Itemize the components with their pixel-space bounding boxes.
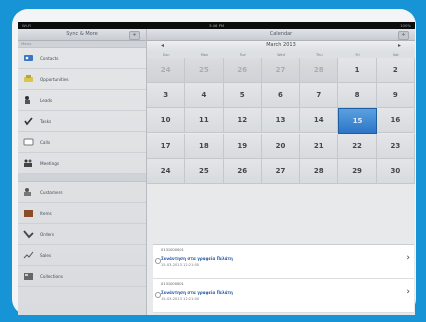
calendar-day[interactable]: 26 — [223, 159, 262, 184]
event-code: 0131000001 — [161, 248, 184, 252]
calendar-day[interactable]: 10 — [147, 108, 186, 133]
calendar-day[interactable]: 27 — [261, 58, 301, 83]
items-icon — [22, 207, 34, 219]
calendar-day[interactable]: 23 — [376, 134, 415, 159]
calendar-day[interactable]: 25 — [185, 58, 224, 83]
event-date: 15-03-2013 12:21:00 — [161, 263, 200, 267]
page-title: Calendar — [269, 31, 293, 37]
calendar-day[interactable]: 7 — [300, 83, 339, 108]
chevron-right-icon: › — [406, 253, 410, 263]
status-bar: Wi-Fi 3:46 PM 100% — [18, 22, 415, 29]
calendar-day[interactable]: 28 — [300, 159, 339, 184]
calendar-day[interactable]: 19 — [223, 134, 262, 159]
calls-icon — [22, 136, 34, 148]
calendar-day[interactable]: 14 — [300, 108, 339, 133]
calendar-day-selected[interactable]: 15 — [338, 108, 377, 134]
sidebar: Sync & More + Menu Contacts Opportunities… — [18, 29, 147, 315]
app-screen: Wi-Fi 3:46 PM 100% Sync & More + Menu Co… — [18, 22, 415, 315]
calendar-day[interactable]: 26 — [223, 58, 262, 83]
calendar-header: ◂ March 2013 ▸ — [147, 41, 415, 52]
calendar-day[interactable]: 9 — [376, 83, 415, 108]
calendar-day[interactable]: 2 — [376, 58, 415, 83]
sidebar-item-label: Customers — [40, 189, 63, 195]
calendar-day[interactable]: 8 — [338, 83, 377, 108]
calendar-day[interactable]: 27 — [261, 159, 301, 184]
sidebar-item-label: Orders — [40, 231, 55, 237]
calendar-day[interactable]: 20 — [261, 134, 301, 159]
calendar-day[interactable]: 3 — [147, 83, 186, 108]
event-row[interactable]: 0131000001 Συνάντηση στα γραφεία Πελάτη 15… — [153, 279, 414, 313]
calendar-day[interactable]: 18 — [185, 134, 224, 159]
event-code: 0131000001 — [161, 282, 184, 286]
event-date: 15-03-2013 12:21:00 — [161, 297, 200, 301]
sidebar-item-label: Collections — [40, 273, 63, 279]
event-list: 0131000001 Συνάντηση στα γραφεία Πελάτη 15… — [153, 244, 414, 313]
calendar-day[interactable]: 4 — [185, 83, 224, 108]
sidebar-item-sales[interactable]: Sales — [18, 245, 146, 266]
sidebar-item-items[interactable]: Items — [18, 203, 146, 224]
calendar-grid: 24 25 26 27 28 1 2 3 4 5 6 7 8 9 10 11 12 13 14 15 16 17 18 19 2… — [147, 58, 415, 184]
calendar-day[interactable]: 28 — [300, 58, 339, 83]
calendar-day[interactable]: 12 — [223, 108, 262, 133]
calendar-day[interactable]: 13 — [261, 108, 301, 133]
calendar-day[interactable]: 30 — [376, 159, 415, 184]
sidebar-item-label: Opportunities — [40, 76, 69, 82]
collections-icon — [22, 270, 34, 282]
battery-text: 100% — [400, 23, 411, 28]
main-panel: Calendar + ◂ March 2013 ▸ Sun Mon Tue Wed Th… — [147, 29, 415, 315]
next-month-button[interactable]: ▸ — [398, 42, 401, 49]
opportunities-icon — [22, 73, 34, 85]
contacts-icon — [22, 52, 34, 64]
sidebar-title[interactable]: Sync & More — [18, 29, 146, 40]
sidebar-item-calls[interactable]: Calls — [18, 132, 146, 153]
calendar-day[interactable]: 29 — [338, 159, 377, 184]
orders-icon — [22, 228, 34, 240]
calendar-day[interactable]: 16 — [376, 108, 415, 133]
event-title: Συνάντηση στα γραφεία Πελάτη — [161, 256, 233, 261]
sidebar-item-leads[interactable]: Leads — [18, 90, 146, 111]
sidebar-section-label: Menu — [18, 41, 146, 48]
calendar-day[interactable]: 5 — [223, 83, 262, 108]
calendar-day[interactable]: 11 — [185, 108, 224, 133]
sidebar-item-label: Sales — [40, 252, 52, 258]
event-row[interactable]: 0131000001 Συνάντηση στα γραφεία Πελάτη 15… — [153, 245, 414, 279]
sidebar-item-label: Tasks — [40, 118, 52, 124]
calendar-day[interactable]: 24 — [147, 159, 186, 184]
sidebar-item-label: Calls — [40, 139, 50, 145]
customers-icon — [22, 186, 34, 198]
sidebar-add-button[interactable]: + — [129, 31, 140, 40]
sidebar-item-tasks[interactable]: Tasks — [18, 111, 146, 132]
event-title: Συνάντηση στα γραφεία Πελάτη — [161, 290, 233, 295]
sidebar-item-label: Leads — [40, 97, 53, 103]
calendar-day[interactable]: 22 — [338, 134, 377, 159]
sidebar-item-customers[interactable]: Customers — [18, 182, 146, 203]
sidebar-item-label: Items — [40, 210, 52, 216]
leads-icon — [22, 94, 34, 106]
sidebar-item-label: Meetings — [40, 160, 60, 166]
tasks-icon — [22, 115, 34, 127]
calendar-day[interactable]: 24 — [147, 58, 186, 83]
chevron-right-icon: › — [406, 287, 410, 297]
calendar-day[interactable]: 6 — [261, 83, 301, 108]
sidebar-item-opportunities[interactable]: Opportunities — [18, 69, 146, 90]
calendar-day[interactable]: 17 — [147, 134, 186, 159]
sidebar-item-contacts[interactable]: Contacts — [18, 48, 146, 69]
sidebar-divider — [18, 174, 146, 182]
main-navbar: Calendar + — [147, 29, 415, 41]
sidebar-item-collections[interactable]: Collections — [18, 266, 146, 287]
add-event-button[interactable]: + — [398, 31, 409, 40]
sidebar-item-meetings[interactable]: Meetings — [18, 153, 146, 174]
sales-icon — [22, 249, 34, 261]
clock-text: 3:46 PM — [208, 23, 225, 28]
calendar-day[interactable]: 1 — [338, 58, 377, 83]
calendar-day[interactable]: 25 — [185, 159, 224, 184]
calendar-day[interactable]: 21 — [300, 134, 339, 159]
sidebar-item-label: Contacts — [40, 55, 59, 61]
meetings-icon — [22, 157, 34, 169]
month-title: March 2013 — [266, 42, 296, 48]
sidebar-item-orders[interactable]: Orders — [18, 224, 146, 245]
sidebar-header: Sync & More + — [18, 29, 146, 41]
